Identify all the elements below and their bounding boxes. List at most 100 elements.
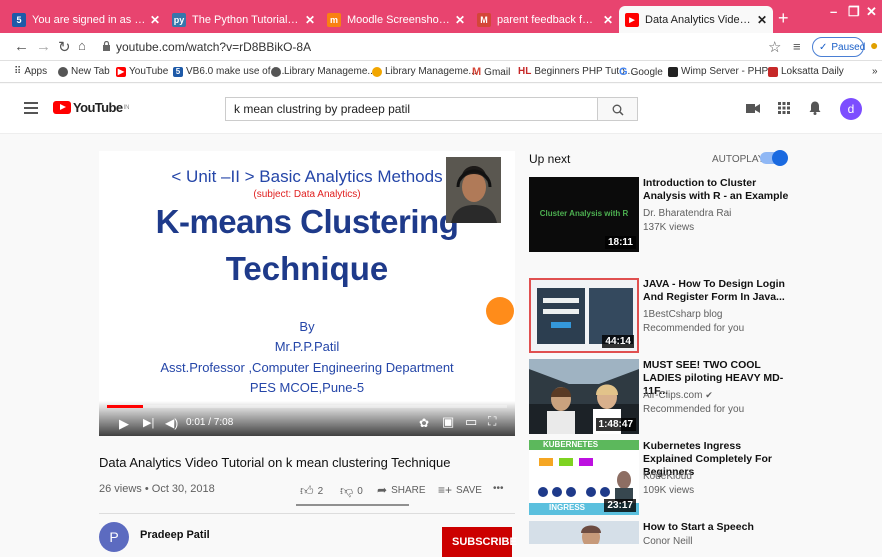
thumbnail-form-image bbox=[537, 288, 585, 344]
share-button[interactable]: ➦ SHARE bbox=[377, 483, 426, 497]
account-avatar[interactable]: d bbox=[840, 98, 862, 120]
bookmark-label: Library Manageme... bbox=[385, 66, 477, 77]
miniplayer-icon[interactable]: ▣ bbox=[442, 414, 454, 430]
volume-icon[interactable]: ◀) bbox=[165, 416, 178, 430]
thumbnail-banner: KUBERNETES bbox=[529, 440, 639, 450]
recommendation-title: How to Start a Speech bbox=[643, 521, 754, 533]
share-label: SHARE bbox=[391, 484, 426, 496]
tab-close-icon[interactable]: ✕ bbox=[305, 13, 315, 27]
channel-avatar[interactable]: P bbox=[99, 522, 129, 552]
thumbs-up-icon: 👍︎ bbox=[300, 483, 314, 498]
bookmark-label: Wimp Server - PHP... bbox=[681, 66, 776, 77]
dislike-button[interactable]: 👎︎ 0 bbox=[340, 483, 363, 499]
duration-badge: 44:14 bbox=[602, 335, 634, 348]
bookmark-youtube[interactable]: ▶ YouTube bbox=[116, 66, 168, 77]
bookmark-5-icon: 5 bbox=[173, 66, 183, 77]
theater-mode-icon[interactable]: ▭ bbox=[465, 414, 477, 430]
bookmark-star-icon[interactable]: ☆ bbox=[768, 38, 781, 56]
more-actions-button[interactable]: ••• bbox=[493, 483, 504, 494]
bookmark-label: Gmail bbox=[484, 66, 511, 78]
youtube-header: YouTube IN k mean clustring by pradeep p… bbox=[0, 84, 882, 134]
autoplay-toggle[interactable] bbox=[760, 150, 788, 166]
video-player[interactable]: < Unit –II > Basic Analytics Methods (su… bbox=[99, 151, 515, 436]
tab-close-icon[interactable]: ✕ bbox=[150, 13, 160, 27]
tab-close-icon[interactable]: ✕ bbox=[603, 13, 613, 27]
bookmark-google[interactable]: G Google bbox=[619, 66, 663, 78]
bookmark-new-tab[interactable]: New Tab bbox=[58, 66, 110, 77]
forward-arrow-icon[interactable]: → bbox=[36, 38, 51, 55]
home-icon[interactable]: ⌂ bbox=[78, 38, 86, 53]
minimize-icon[interactable]: – bbox=[830, 4, 837, 19]
profile-paused-button[interactable]: ✓ Paused bbox=[812, 37, 865, 57]
browser-tab-moodle[interactable]: m Moodle Screenshot 18-19 - dig ✕ bbox=[321, 6, 471, 33]
create-video-icon[interactable] bbox=[746, 103, 760, 114]
channel-watermark-badge[interactable] bbox=[486, 297, 514, 325]
subscribe-button[interactable]: SUBSCRIBE bbox=[442, 527, 517, 557]
save-label: SAVE bbox=[456, 484, 482, 496]
url-field[interactable]: youtube.com/watch?v=rD8BBikO-8A bbox=[116, 40, 311, 54]
bookmark-label: Loksatta Daily bbox=[781, 66, 844, 77]
recommendation-item[interactable]: How to Start a Speech Conor Neill bbox=[529, 521, 879, 547]
video-title: Data Analytics Video Tutorial on k mean … bbox=[99, 455, 451, 470]
tab-title: You are signed in as digvijay.pa bbox=[32, 13, 146, 26]
bookmark-library-1[interactable]: Library Manageme... bbox=[271, 66, 376, 77]
dislike-count: 0 bbox=[357, 485, 363, 497]
bookmark-apps[interactable]: ⠿ Apps bbox=[14, 66, 47, 77]
reading-list-icon[interactable]: ≡ bbox=[793, 39, 801, 54]
youtube-wordmark: YouTube bbox=[73, 100, 123, 115]
verified-check-icon: ✔ bbox=[705, 390, 713, 400]
fullscreen-icon[interactable]: ⛶ bbox=[488, 414, 496, 429]
next-icon[interactable]: ▶| bbox=[143, 416, 154, 429]
recommendation-item[interactable]: KUBERNETES INGRESS 23:17 Kubernetes Ingr… bbox=[529, 440, 879, 515]
settings-gear-icon[interactable]: ✿ bbox=[419, 416, 429, 430]
reload-icon[interactable]: ↻ bbox=[58, 38, 71, 56]
duration-badge: 1:48:47 bbox=[595, 418, 636, 431]
tab-title: parent feedback forms - digvi.3 bbox=[497, 13, 599, 26]
recommendation-views: 109K views bbox=[643, 485, 695, 496]
bookmark-library-2[interactable]: Library Manageme... bbox=[372, 66, 477, 77]
search-input[interactable]: k mean clustring by pradeep patil bbox=[225, 97, 598, 121]
browser-tab-signed-in[interactable]: 5 You are signed in as digvijay.pa ✕ bbox=[6, 6, 166, 33]
recommendation-views: Recommended for you bbox=[643, 323, 745, 334]
notifications-bell-icon[interactable] bbox=[809, 101, 821, 115]
youtube-icon: ▶ bbox=[116, 66, 126, 77]
progress-bar[interactable] bbox=[107, 405, 507, 408]
apps-icon[interactable] bbox=[778, 102, 790, 114]
new-tab-button[interactable]: + bbox=[778, 8, 789, 29]
window-close-icon[interactable]: ✕ bbox=[866, 4, 877, 20]
recommendation-item[interactable]: Cluster Analysis with R 18:11 Introducti… bbox=[529, 177, 879, 252]
browser-tab-python-tutorial[interactable]: py The Python Tutorial — Python 3 ✕ bbox=[166, 6, 321, 33]
channel-name[interactable]: Pradeep Patil bbox=[140, 529, 210, 541]
tab-close-icon[interactable]: ✕ bbox=[455, 13, 465, 27]
maximize-icon[interactable]: ❐ bbox=[848, 4, 860, 20]
search-button[interactable] bbox=[598, 97, 638, 121]
recommendation-title: JAVA - How To Design Login And Register … bbox=[643, 278, 785, 303]
save-button[interactable]: ≡+ SAVE bbox=[438, 483, 482, 497]
wimp-icon bbox=[668, 66, 678, 77]
bookmark-gmail[interactable]: M Gmail bbox=[472, 66, 510, 78]
menu-icon[interactable] bbox=[24, 102, 38, 117]
recommendation-views: Recommended for you bbox=[643, 404, 745, 415]
bookmarks-overflow-icon[interactable]: » bbox=[872, 66, 878, 77]
presenter-webcam-overlay bbox=[446, 157, 501, 223]
presenter-image bbox=[446, 157, 501, 223]
play-icon[interactable]: ▶ bbox=[119, 416, 129, 432]
extension-icon[interactable]: ● bbox=[870, 37, 878, 53]
bookmark-loksatta[interactable]: Loksatta Daily bbox=[768, 66, 844, 77]
browser-tab-feedback-forms[interactable]: M parent feedback forms - digvi.3 ✕ bbox=[471, 6, 619, 33]
tab-close-icon[interactable]: ✕ bbox=[757, 13, 767, 27]
globe-icon bbox=[271, 66, 281, 77]
recommendation-channel: KodeKloud bbox=[643, 471, 692, 482]
bookmark-vb6[interactable]: 5 VB6.0 make use of t... bbox=[173, 66, 284, 77]
youtube-logo[interactable]: YouTube IN bbox=[53, 100, 129, 115]
bookmark-php-tutorial[interactable]: HL Beginners PHP Tuto... bbox=[518, 66, 633, 77]
bookmark-wimp-server[interactable]: Wimp Server - PHP... bbox=[668, 66, 775, 77]
back-arrow-icon[interactable]: ← bbox=[14, 38, 29, 55]
browser-tab-active-youtube[interactable]: ▶ Data Analytics Video Tutorial or ✕ bbox=[619, 6, 773, 33]
like-button[interactable]: 👍︎ 2 bbox=[300, 483, 323, 499]
recommendation-item[interactable]: 44:14 JAVA - How To Design Login And Reg… bbox=[529, 278, 879, 353]
channel-label: Air-Clips.com bbox=[643, 390, 703, 401]
recommendation-item[interactable]: 1:48:47 MUST SEE! TWO COOL LADIES piloti… bbox=[529, 359, 879, 434]
duration-badge: 18:11 bbox=[604, 236, 636, 249]
recommendation-channel: Dr. Bharatendra Rai bbox=[643, 208, 732, 219]
